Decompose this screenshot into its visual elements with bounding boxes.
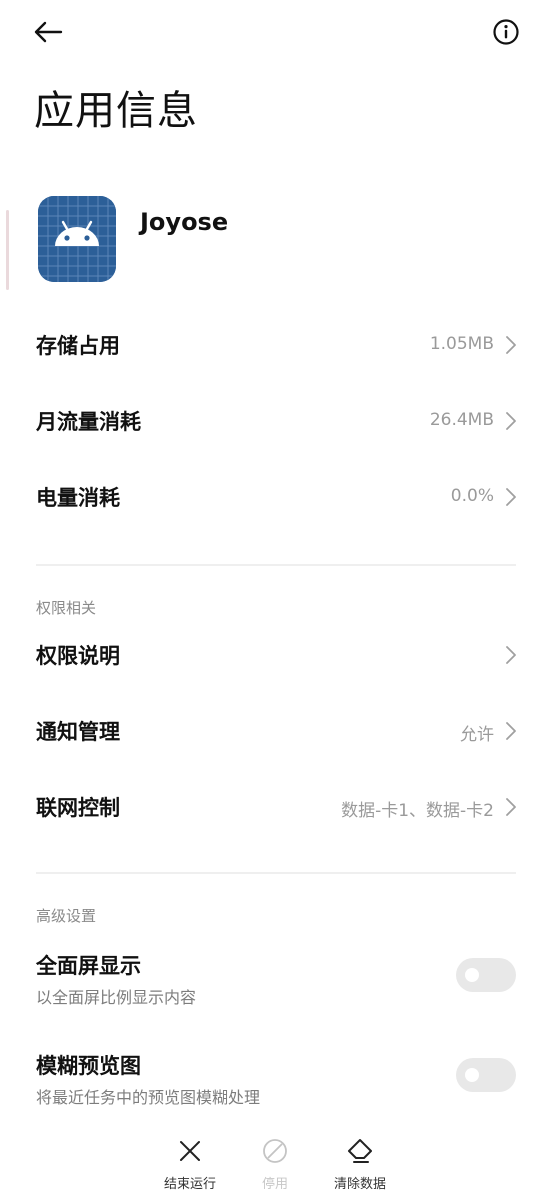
- storage-usage-label: 存储占用: [36, 334, 120, 358]
- battery-usage-value: 0.0%: [450, 486, 494, 506]
- fullscreen-display-row: 全面屏显示 以全面屏比例显示内容: [0, 950, 540, 1020]
- blur-preview-row: 模糊预览图 将最近任务中的预览图模糊处理: [0, 1050, 540, 1120]
- network-control-value: 数据-卡1、数据-卡2: [341, 801, 494, 821]
- blur-preview-toggle[interactable]: [456, 1058, 516, 1092]
- disable-button[interactable]: 停用: [235, 1135, 315, 1195]
- network-control-row[interactable]: 联网控制 数据-卡1、数据-卡2: [0, 778, 540, 838]
- info-button[interactable]: [490, 18, 522, 50]
- force-stop-button[interactable]: 结束运行: [150, 1135, 230, 1195]
- chevron-right-icon: [506, 798, 516, 816]
- clear-data-label: 清除数据: [333, 1177, 386, 1192]
- info-icon: [492, 18, 520, 50]
- network-control-label: 联网控制: [36, 796, 120, 820]
- fullscreen-display-label: 全面屏显示: [36, 954, 141, 978]
- toggle-knob: [465, 1068, 479, 1082]
- notification-management-row[interactable]: 通知管理 允许: [0, 702, 540, 762]
- chevron-right-icon: [506, 488, 516, 506]
- back-button[interactable]: [30, 16, 66, 52]
- app-header: Joyose: [0, 190, 540, 290]
- arrow-left-icon: [33, 20, 63, 48]
- top-bar: [0, 0, 540, 70]
- permission-description-row[interactable]: 权限说明: [0, 626, 540, 686]
- advanced-section-title: 高级设置: [36, 907, 97, 925]
- eraser-icon: [344, 1135, 376, 1167]
- clear-data-button[interactable]: 清除数据: [320, 1135, 400, 1195]
- chevron-right-icon: [506, 646, 516, 664]
- permission-description-label: 权限说明: [36, 644, 120, 668]
- battery-usage-label: 电量消耗: [36, 486, 120, 510]
- blur-preview-description: 将最近任务中的预览图模糊处理: [36, 1088, 261, 1107]
- disable-icon: [259, 1135, 291, 1167]
- notification-management-label: 通知管理: [36, 720, 120, 744]
- force-stop-label: 结束运行: [163, 1177, 216, 1192]
- data-usage-label: 月流量消耗: [36, 410, 141, 434]
- fullscreen-display-toggle[interactable]: [456, 958, 516, 992]
- android-app-icon: [38, 196, 116, 282]
- disable-label: 停用: [261, 1177, 288, 1192]
- close-icon: [174, 1135, 206, 1167]
- page-title: 应用信息: [34, 88, 198, 134]
- storage-usage-value: 1.05MB: [429, 334, 494, 354]
- toggle-knob: [465, 968, 479, 982]
- storage-usage-row[interactable]: 存储占用 1.05MB: [0, 316, 540, 376]
- chevron-right-icon: [506, 722, 516, 740]
- chevron-right-icon: [506, 412, 516, 430]
- notification-management-value: 允许: [460, 725, 494, 745]
- bottom-action-bar: 结束运行 停用 清除数据: [0, 1135, 540, 1200]
- app-name: Joyose: [140, 208, 229, 236]
- data-usage-row[interactable]: 月流量消耗 26.4MB: [0, 392, 540, 452]
- data-usage-value: 26.4MB: [429, 410, 494, 430]
- divider: [36, 872, 516, 874]
- permissions-section-title: 权限相关: [36, 599, 97, 617]
- blur-preview-label: 模糊预览图: [36, 1054, 141, 1078]
- fullscreen-display-description: 以全面屏比例显示内容: [36, 988, 197, 1007]
- divider: [36, 564, 516, 566]
- battery-usage-row[interactable]: 电量消耗 0.0%: [0, 468, 540, 528]
- chevron-right-icon: [506, 336, 516, 354]
